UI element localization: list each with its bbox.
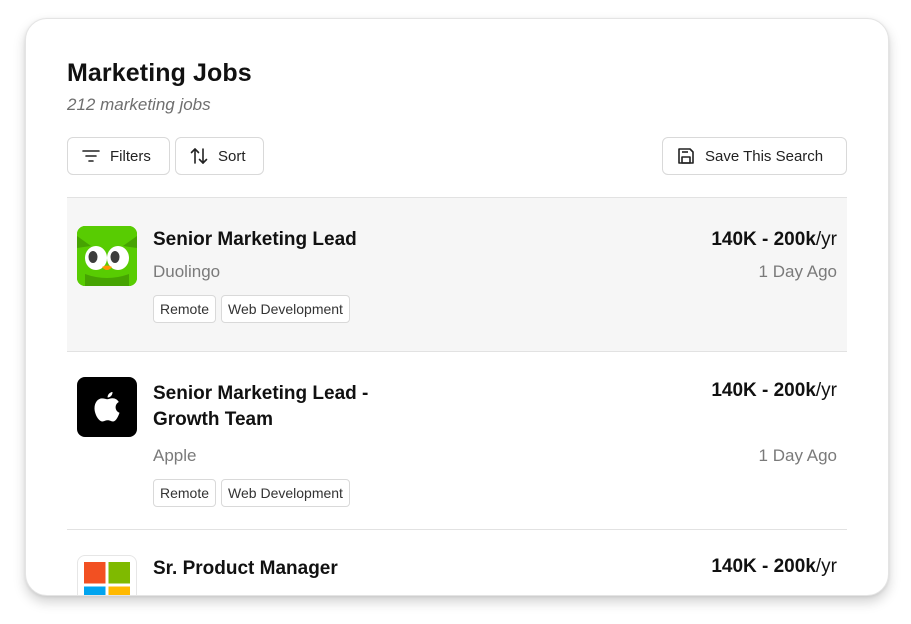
salary: 140K - 200k/yr: [711, 380, 837, 402]
salary: 140K - 200k/yr: [711, 556, 837, 578]
job-row[interactable]: Senior Marketing Lead - Growth Team Appl…: [67, 352, 847, 530]
salary-range: 140K - 200k: [711, 229, 816, 250]
job-count: 212 marketing jobs: [67, 95, 211, 114]
salary-period: /yr: [815, 380, 837, 401]
tag-list: Remote Web Development: [153, 295, 350, 323]
salary-range: 140K - 200k: [711, 556, 816, 577]
sort-button-label: Sort: [218, 147, 246, 165]
save-search-label: Save This Search: [705, 147, 824, 165]
filters-button[interactable]: Filters: [67, 137, 170, 175]
sort-arrows-icon: [190, 147, 208, 165]
job-title[interactable]: Sr. Product Manager: [153, 556, 423, 582]
tag-web-development: Web Development: [221, 295, 350, 323]
filter-icon: [82, 149, 100, 163]
job-list: Senior Marketing Lead Duolingo Remote We…: [67, 197, 847, 595]
job-row[interactable]: Sr. Product Manager 140K - 200k/yr: [67, 530, 847, 595]
save-search-button[interactable]: Save This Search: [662, 137, 847, 175]
tag-remote: Remote: [153, 295, 217, 323]
salary-period: /yr: [815, 229, 837, 250]
duolingo-owl-icon: [77, 226, 137, 286]
tag-web-development: Web Development: [221, 479, 350, 507]
save-disk-icon: [677, 147, 695, 165]
page-title: Marketing Jobs: [67, 59, 252, 87]
posted-date: 1 Day Ago: [758, 262, 837, 281]
filters-button-label: Filters: [110, 147, 151, 165]
job-title[interactable]: Senior Marketing Lead - Growth Team: [153, 381, 423, 433]
tag-remote: Remote: [153, 479, 217, 507]
salary-period: /yr: [815, 556, 837, 577]
salary: 140K - 200k/yr: [711, 229, 837, 251]
company-name: Apple: [153, 446, 197, 465]
salary-range: 140K - 200k: [711, 380, 816, 401]
jobs-card: Marketing Jobs 212 marketing jobs Filter…: [25, 18, 889, 596]
job-title[interactable]: Senior Marketing Lead: [153, 227, 423, 253]
microsoft-logo-icon: [77, 555, 137, 595]
apple-logo-icon: [77, 377, 137, 437]
tag-list: Remote Web Development: [153, 479, 350, 507]
sort-button[interactable]: Sort: [175, 137, 264, 175]
company-name: Duolingo: [153, 262, 221, 281]
posted-date: 1 Day Ago: [758, 446, 837, 465]
job-row[interactable]: Senior Marketing Lead Duolingo Remote We…: [67, 198, 847, 352]
